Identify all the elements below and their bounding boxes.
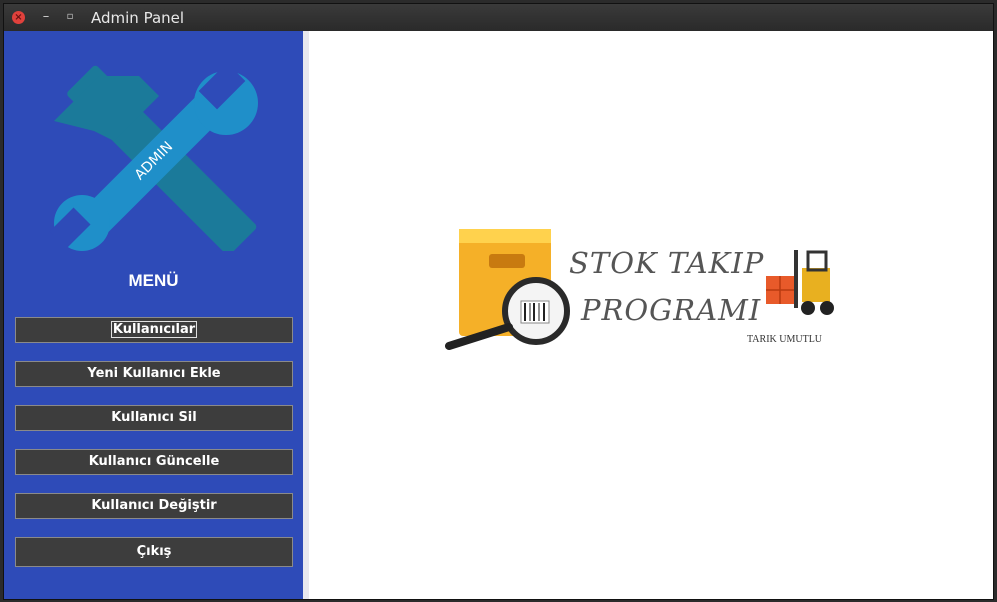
update-user-button[interactable]: Kullanıcı Güncelle bbox=[15, 449, 293, 475]
forklift-icon bbox=[766, 250, 834, 315]
sidebar: ADMIN MENÜ Kullanıcılar Yeni Kullanıcı E… bbox=[4, 31, 303, 599]
admin-window: × – ▫ Admin Panel ADMIN MENÜ Kullanıcıla… bbox=[3, 3, 994, 600]
content-panel: STOK TAKIP PROGRAMI TARIK UMUTLU bbox=[309, 31, 993, 599]
program-title-line1: STOK TAKIP bbox=[569, 246, 765, 280]
menu-title: MENÜ bbox=[128, 271, 179, 290]
users-button[interactable]: Kullanıcılar bbox=[15, 317, 293, 343]
program-title-line2: PROGRAMI bbox=[581, 293, 762, 327]
delete-user-button[interactable]: Kullanıcı Sil bbox=[15, 405, 293, 431]
exit-button[interactable]: Çıkış bbox=[15, 537, 293, 567]
minimize-icon[interactable]: – bbox=[38, 9, 54, 25]
users-button-label: Kullanıcılar bbox=[110, 321, 198, 338]
maximize-icon[interactable]: ▫ bbox=[62, 9, 78, 25]
author-name: TARIK UMUTLU bbox=[747, 334, 823, 345]
admin-logo: ADMIN bbox=[49, 62, 258, 251]
change-user-button[interactable]: Kullanıcı Değiştir bbox=[15, 493, 293, 519]
window-title: Admin Panel bbox=[91, 9, 185, 27]
add-user-button[interactable]: Yeni Kullanıcı Ekle bbox=[15, 361, 293, 387]
close-icon[interactable]: × bbox=[12, 11, 25, 24]
title-bar: × – ▫ Admin Panel bbox=[4, 4, 993, 31]
box-magnifier-icon bbox=[445, 229, 570, 350]
